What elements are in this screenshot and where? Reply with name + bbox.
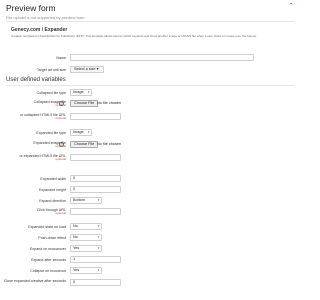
expanded-width-label: Expanded width xyxy=(40,176,66,181)
collapsed-file-type-select[interactable]: Image ▾ xyxy=(70,89,92,96)
collapse-on-mouseout-value: Yes xyxy=(73,268,80,272)
collapsed-html5-url-input[interactable] xyxy=(70,113,121,120)
header-divider xyxy=(6,21,294,22)
section-divider xyxy=(6,85,294,86)
expand-after-seconds-label: Expand after seconds xyxy=(31,257,66,262)
target-size-select[interactable]: Select a size ▾ xyxy=(70,66,104,73)
caret-down-icon: ▾ xyxy=(97,246,100,250)
optional-tag: optional xyxy=(55,116,66,120)
name-input[interactable] xyxy=(70,54,254,61)
expanded-file-type-value: Image xyxy=(73,130,84,134)
collapsed-image-file-label: Collapsed image file optional xyxy=(0,100,66,108)
help-icon[interactable]: ? xyxy=(59,141,64,147)
push-down-effect-label: Push-down effect xyxy=(38,235,66,240)
page-title: Preview form xyxy=(6,3,56,13)
template-description: Creative template for DoubleClick for Pu… xyxy=(11,34,258,38)
expanded-file-type-label: Expanded file type xyxy=(36,130,66,135)
target-size-label: Target ad unit size xyxy=(36,67,66,72)
collapse-on-mouseout-label: Collapse on mouseout xyxy=(30,268,66,273)
optional-tag: optional xyxy=(55,103,66,107)
expanded-state-on-load-select[interactable]: No ▾ xyxy=(70,223,102,230)
optional-tag: optional xyxy=(55,144,66,148)
close-expanded-after-seconds-input[interactable]: 0 xyxy=(70,279,121,286)
expand-direction-select[interactable]: Bottom ▾ xyxy=(70,197,102,204)
optional-tag: optional xyxy=(55,157,66,161)
chevron-up-icon[interactable]: ⌃ xyxy=(288,3,294,10)
caret-down-icon: ▾ xyxy=(87,90,90,94)
expanded-height-input[interactable]: 0 xyxy=(70,186,121,193)
expanded-file-type-select[interactable]: Image ▾ xyxy=(70,129,92,136)
expand-on-mouseover-value: Yes xyxy=(73,246,80,250)
collapsed-html5-url-label: or collapsed HTML5 file URL optional xyxy=(0,113,66,121)
expanded-html5-url-label: or expanded HTML5 file URL optional xyxy=(0,154,66,162)
collapse-on-mouseout-select[interactable]: Yes ▾ xyxy=(70,267,102,274)
collapsed-file-type-label: Collapsed file type xyxy=(36,90,66,95)
caret-down-icon: ▾ xyxy=(87,130,90,134)
expanded-state-on-load-value: No xyxy=(73,224,78,228)
caret-down-icon: ▾ xyxy=(96,67,99,71)
preview-header: Preview form File upload is not supporte… xyxy=(6,3,84,20)
optional-tag: optional xyxy=(55,211,66,215)
help-icon[interactable]: ? xyxy=(59,100,64,106)
template-title: Genecy.com / Expander xyxy=(11,27,68,33)
caret-down-icon: ▾ xyxy=(97,224,100,228)
expanded-state-on-load-label: Expanded state on load xyxy=(28,224,66,229)
caret-down-icon: ▾ xyxy=(97,198,100,202)
expand-on-mouseover-label: Expand on mouseover xyxy=(30,246,66,251)
caret-down-icon: ▾ xyxy=(97,235,100,239)
target-size-value: Select a size xyxy=(74,67,96,71)
collapsed-file-type-value: Image xyxy=(73,90,84,94)
caret-down-icon: ▾ xyxy=(97,268,100,272)
click-through-url-input[interactable] xyxy=(70,208,121,215)
push-down-effect-select[interactable]: No ▾ xyxy=(70,234,102,241)
click-through-url-label: Click through URL optional xyxy=(0,208,66,216)
collapsed-image-choose-file-button[interactable]: Choose File xyxy=(70,100,99,107)
expand-on-mouseover-select[interactable]: Yes ▾ xyxy=(70,245,102,252)
section-title: User defined variables xyxy=(6,77,66,83)
expanded-html5-url-input[interactable] xyxy=(70,154,121,161)
expand-direction-label: Expand direction xyxy=(39,198,66,203)
expanded-width-input[interactable]: 0 xyxy=(70,175,121,182)
expand-direction-value: Bottom xyxy=(73,198,86,202)
close-expanded-after-seconds-label: Close expanded creative after seconds xyxy=(3,279,66,283)
name-label: Name xyxy=(56,55,66,60)
expanded-image-file-status: No file chosen xyxy=(97,142,122,146)
expanded-image-choose-file-button[interactable]: Choose File xyxy=(70,141,99,148)
expand-after-seconds-input[interactable]: 1 xyxy=(70,256,121,263)
expanded-height-label: Expanded height xyxy=(39,187,66,192)
push-down-effect-value: No xyxy=(73,235,78,239)
expanded-image-file-label: Expanded image file optional xyxy=(0,141,66,149)
page-subtitle: File upload is not supported by preview … xyxy=(6,15,85,20)
collapsed-image-file-status: No file chosen xyxy=(97,101,122,105)
